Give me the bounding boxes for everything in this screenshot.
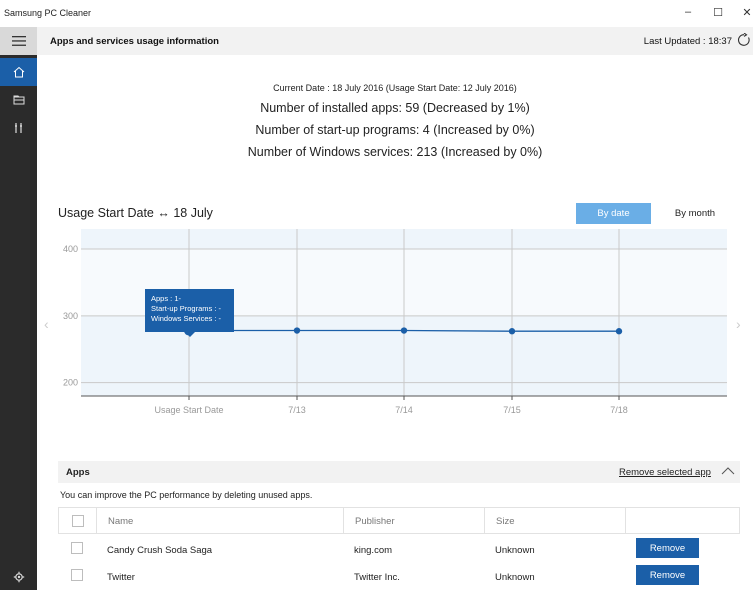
gear-icon xyxy=(13,571,24,583)
maximize-button[interactable]: ☐ xyxy=(708,6,728,19)
x-tick-label: 7/14 xyxy=(395,405,413,415)
title-bar: Samsung PC Cleaner – ☐ ✕ xyxy=(0,0,753,27)
refresh-icon[interactable] xyxy=(737,33,751,47)
column-header-size[interactable]: Size xyxy=(485,508,626,533)
chevron-up-icon[interactable] xyxy=(721,465,735,477)
minimize-button[interactable]: – xyxy=(678,6,698,18)
current-date-text: Current Date : 18 July 2016 (Usage Start… xyxy=(273,83,517,93)
sidebar xyxy=(0,27,37,590)
y-tick-label: 200 xyxy=(63,378,78,388)
apps-title: Apps xyxy=(66,467,90,478)
x-tick-label: 7/15 xyxy=(503,405,521,415)
home-icon xyxy=(13,66,24,78)
apps-description: You can improve the PC performance by de… xyxy=(60,490,313,500)
data-point xyxy=(400,327,408,334)
x-tick-label: 7/18 xyxy=(610,405,628,415)
data-point xyxy=(293,327,301,334)
startup-programs-text: Number of start-up programs: 4 (Increase… xyxy=(255,123,535,137)
remove-button[interactable]: Remove xyxy=(636,538,699,558)
chart-next-arrow-icon[interactable]: › xyxy=(736,316,741,332)
app-size: Unknown xyxy=(495,545,535,556)
by-month-button[interactable]: By month xyxy=(660,203,730,224)
windows-services-text: Number of Windows services: 213 (Increas… xyxy=(247,145,543,159)
tooltip-services: Windows Services : - xyxy=(151,314,222,323)
y-tick-label: 400 xyxy=(63,244,78,254)
data-point xyxy=(615,328,623,335)
app-name: Twitter xyxy=(107,572,135,583)
app-name: Candy Crush Soda Saga xyxy=(107,545,213,556)
menu-button[interactable] xyxy=(0,27,37,55)
app-publisher: Twitter Inc. xyxy=(354,572,400,583)
select-all-checkbox[interactable] xyxy=(72,515,84,527)
series-line xyxy=(189,329,619,332)
app-publisher: king.com xyxy=(354,545,393,556)
tools-icon xyxy=(14,123,22,133)
folder-icon xyxy=(13,95,24,105)
apps-table-header: Name Publisher Size xyxy=(58,507,740,534)
chart-tooltip: Apps : 1- Start-up Programs : - Windows … xyxy=(145,289,234,337)
row-checkbox[interactable] xyxy=(71,542,83,554)
close-button[interactable]: ✕ xyxy=(737,6,753,19)
window-title: Samsung PC Cleaner xyxy=(4,8,92,18)
column-header-publisher[interactable]: Publisher xyxy=(344,508,485,533)
column-header-name[interactable]: Name xyxy=(97,508,344,533)
sidebar-item-storage[interactable] xyxy=(0,86,37,114)
data-point xyxy=(508,328,516,335)
tooltip-startup: Start-up Programs : - xyxy=(151,304,222,313)
tooltip-apps: Apps : 1- xyxy=(151,294,182,303)
sidebar-item-tools[interactable] xyxy=(0,114,37,142)
table-row: Twitter Twitter Inc. Unknown Remove xyxy=(58,563,740,590)
row-checkbox[interactable] xyxy=(71,569,83,581)
remove-selected-app-link[interactable]: Remove selected app xyxy=(619,467,711,478)
page-title: Apps and services usage information xyxy=(50,36,219,47)
apps-section-header: Apps Remove selected app xyxy=(58,461,740,483)
app-size: Unknown xyxy=(495,572,535,583)
sidebar-item-home[interactable] xyxy=(0,58,37,86)
by-date-button[interactable]: By date xyxy=(576,203,651,224)
page-header: Apps and services usage information Last… xyxy=(37,27,753,55)
x-tick-label: Usage Start Date xyxy=(154,405,223,415)
remove-button[interactable]: Remove xyxy=(636,565,699,585)
installed-apps-text: Number of installed apps: 59 (Decreased … xyxy=(260,101,530,115)
x-tick-label: 7/13 xyxy=(288,405,306,415)
chart-prev-arrow-icon[interactable]: ‹ xyxy=(44,316,49,332)
y-tick-label: 300 xyxy=(63,311,78,321)
table-row: Candy Crush Soda Saga king.com Unknown R… xyxy=(58,536,740,563)
chart-title: Usage Start Date ↔ 18 July xyxy=(58,206,213,220)
last-updated-label: Last Updated : 18:37 xyxy=(643,36,732,47)
sidebar-item-settings[interactable] xyxy=(0,563,37,591)
hamburger-icon xyxy=(11,36,26,46)
